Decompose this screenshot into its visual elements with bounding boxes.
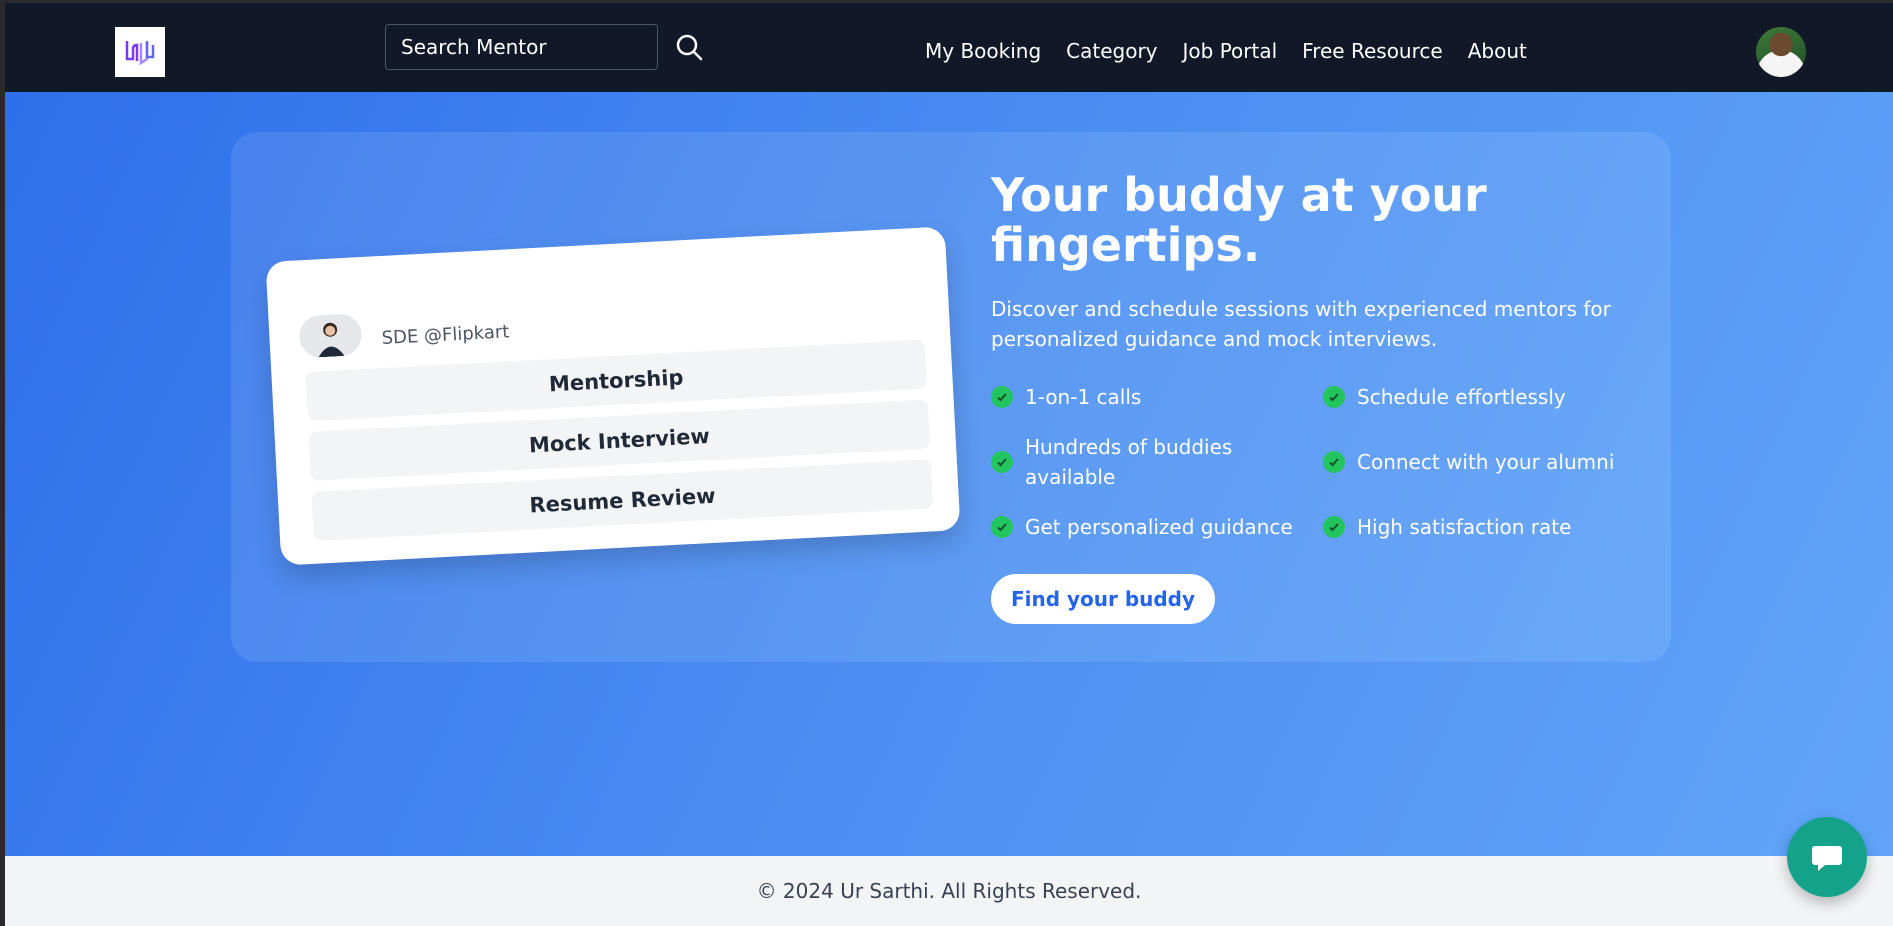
check-circle-icon xyxy=(991,386,1013,408)
mentor-photo xyxy=(298,313,363,359)
feature-item: Get personalized guidance xyxy=(991,504,1323,550)
check-circle-icon xyxy=(1323,451,1345,473)
feature-item: Hundreds of buddies available xyxy=(991,420,1323,504)
hero-title: Your buddy at your fingertips. xyxy=(991,168,1487,272)
mentor-role: SDE @Flipkart xyxy=(381,321,510,350)
feature-label: Schedule effortlessly xyxy=(1357,385,1566,409)
search-button[interactable] xyxy=(673,31,705,63)
feature-item: High satisfaction rate xyxy=(1323,504,1643,550)
feature-label: High satisfaction rate xyxy=(1357,515,1572,539)
check-circle-icon xyxy=(1323,516,1345,538)
service-list: Mentorship Mock Interview Resume Review xyxy=(305,339,934,541)
check-circle-icon xyxy=(991,516,1013,538)
feature-label: 1-on-1 calls xyxy=(1025,385,1142,409)
nav-about[interactable]: About xyxy=(1468,39,1527,63)
nav-category[interactable]: Category xyxy=(1066,39,1157,63)
find-buddy-button[interactable]: Find your buddy xyxy=(991,574,1215,624)
hero-description: Discover and schedule sessions with expe… xyxy=(991,297,1611,351)
logo-icon xyxy=(125,41,155,66)
main-nav: My Booking Category Job Portal Free Reso… xyxy=(925,39,1527,63)
nav-my-booking[interactable]: My Booking xyxy=(925,39,1041,63)
search-input[interactable] xyxy=(385,24,658,70)
footer-copyright: © 2024 Ur Sarthi. All Rights Reserved. xyxy=(756,879,1142,903)
feature-item: Schedule effortlessly xyxy=(1323,374,1643,420)
chat-button[interactable] xyxy=(1787,817,1867,897)
feature-label: Get personalized guidance xyxy=(1025,515,1293,539)
feature-label: Connect with your alumni xyxy=(1357,450,1615,474)
feature-item: Connect with your alumni xyxy=(1323,420,1643,504)
chat-bubble-icon xyxy=(1812,846,1842,871)
mentor-preview-card: SDE @Flipkart Mentorship Mock Interview … xyxy=(265,226,961,566)
check-circle-icon xyxy=(1323,386,1345,408)
feature-list: 1-on-1 calls Schedule effortlessly Hundr… xyxy=(991,374,1651,550)
site-logo[interactable] xyxy=(115,27,165,77)
feature-item: 1-on-1 calls xyxy=(991,374,1323,420)
hero-section: SDE @Flipkart Mentorship Mock Interview … xyxy=(5,92,1893,856)
hero-card: SDE @Flipkart Mentorship Mock Interview … xyxy=(231,132,1671,662)
check-circle-icon xyxy=(991,451,1013,473)
feature-label: Hundreds of buddies available xyxy=(1025,435,1233,489)
nav-job-portal[interactable]: Job Portal xyxy=(1183,39,1278,63)
site-footer: © 2024 Ur Sarthi. All Rights Reserved. xyxy=(5,856,1893,926)
top-navbar: My Booking Category Job Portal Free Reso… xyxy=(5,3,1893,92)
search-icon xyxy=(676,34,703,61)
user-avatar[interactable] xyxy=(1756,27,1806,77)
browser-viewport: My Booking Category Job Portal Free Reso… xyxy=(5,3,1893,926)
hero-text: Your buddy at your fingertips. Discover … xyxy=(991,170,1651,624)
nav-free-resource[interactable]: Free Resource xyxy=(1302,39,1443,63)
